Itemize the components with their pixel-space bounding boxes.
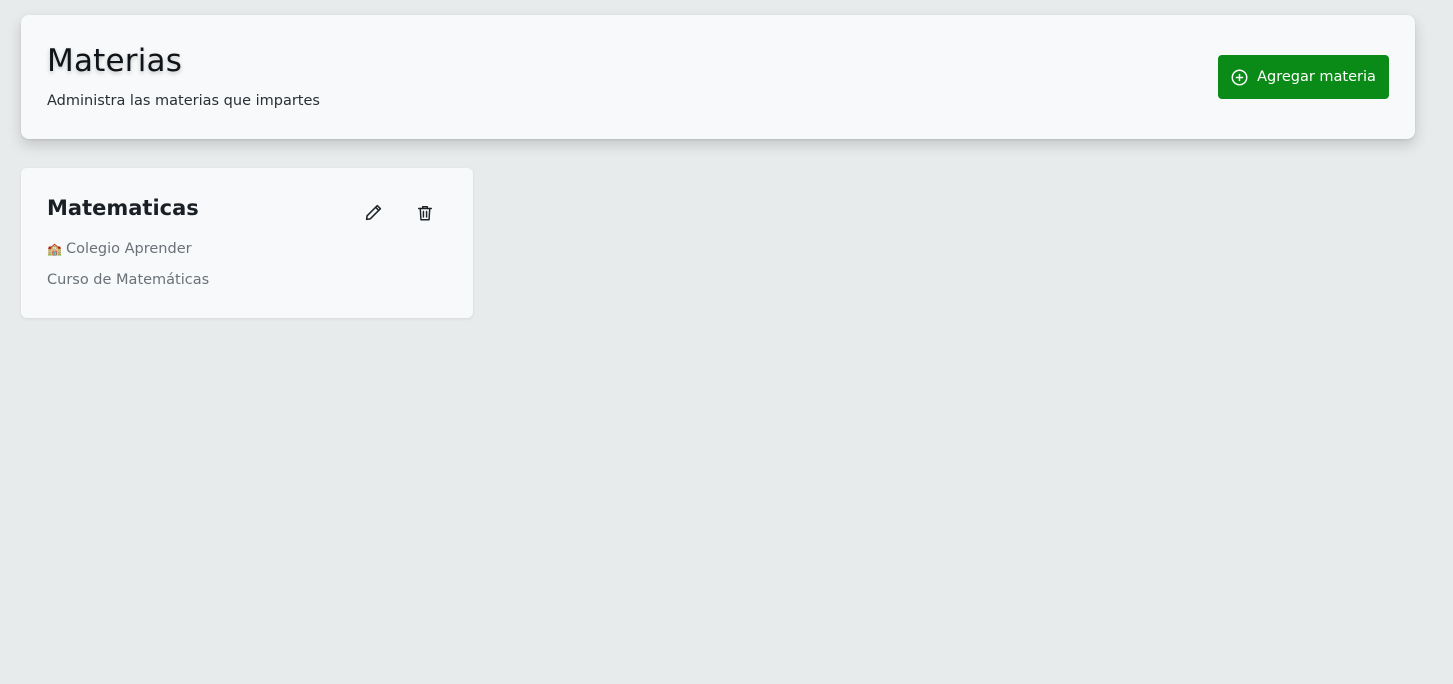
- subject-name: Matematicas: [47, 196, 199, 220]
- subject-description: Curso de Matemáticas: [47, 272, 210, 288]
- subject-school-name: Colegio Aprender: [65, 241, 192, 257]
- add-subject-button[interactable]: Agregar materia: [1218, 55, 1389, 99]
- subject-card: Matematicas 🏫 Colegio Aprender Curso de …: [21, 168, 473, 318]
- subject-school: 🏫 Colegio Aprender: [47, 241, 192, 257]
- plus-circle-icon: [1231, 69, 1248, 86]
- page-header: Materias Administra las materias que imp…: [21, 15, 1415, 139]
- add-subject-button-label: Agregar materia: [1257, 69, 1376, 85]
- page-title: Materias: [47, 43, 183, 79]
- delete-subject-button[interactable]: [412, 201, 438, 227]
- pencil-icon: [364, 203, 383, 225]
- trash-icon: [416, 204, 434, 225]
- school-building-icon: 🏫: [47, 242, 62, 256]
- page-subtitle: Administra las materias que impartes: [47, 93, 320, 109]
- edit-subject-button[interactable]: [360, 201, 386, 227]
